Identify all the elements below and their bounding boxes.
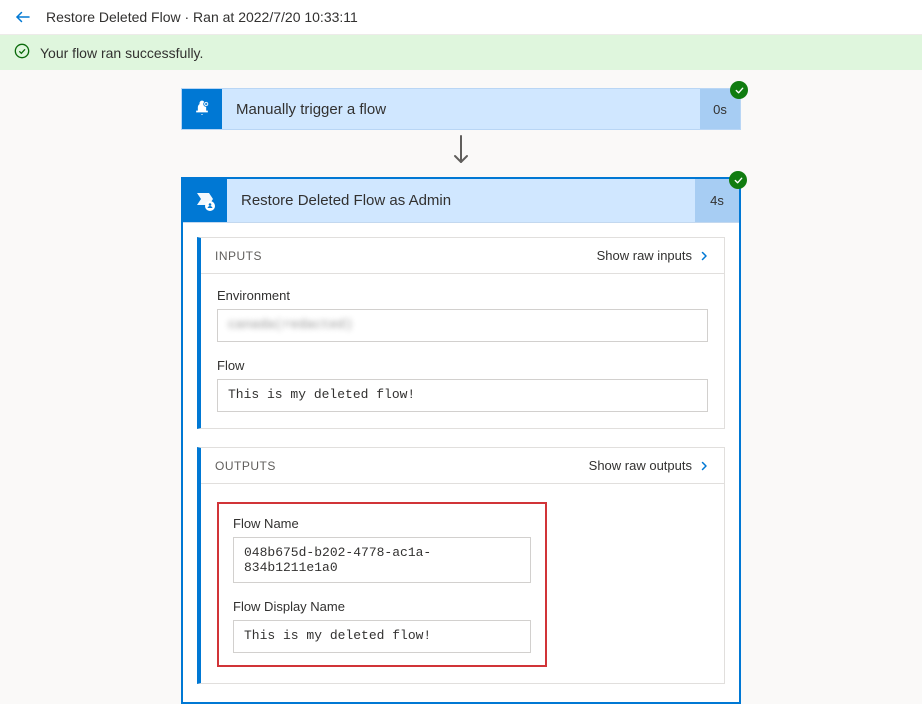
outputs-body: Flow Name 048b675d-b202-4778-ac1a-834b12… — [201, 484, 724, 683]
flow-label: Flow — [217, 358, 708, 373]
success-banner: Your flow ran successfully. — [0, 35, 922, 70]
environment-field: Environment canada(redacted) — [217, 288, 708, 342]
header-bar: Restore Deleted Flow · Ran at 2022/7/20 … — [0, 0, 922, 35]
action-icon — [183, 179, 227, 222]
flow-field: Flow This is my deleted flow! — [217, 358, 708, 412]
chevron-right-icon — [698, 460, 710, 472]
action-body: Inputs Show raw inputs Environment canad… — [183, 223, 739, 684]
inputs-body: Environment canada(redacted) Flow This i… — [201, 274, 724, 428]
action-header: Restore Deleted Flow as Admin 4s — [183, 179, 739, 223]
flow-display-name-label: Flow Display Name — [233, 599, 531, 614]
flow-name-value: 048b675d-b202-4778-ac1a-834b1211e1a0 — [233, 537, 531, 583]
environment-value: canada(redacted) — [217, 309, 708, 342]
success-message: Your flow ran successfully. — [40, 45, 203, 61]
inputs-section: Inputs Show raw inputs Environment canad… — [197, 237, 725, 429]
trigger-title: Manually trigger a flow — [222, 89, 700, 129]
back-arrow-icon[interactable] — [14, 8, 32, 26]
environment-label: Environment — [217, 288, 708, 303]
flow-name-field: Flow Name 048b675d-b202-4778-ac1a-834b12… — [233, 516, 531, 583]
flow-display-name-field: Flow Display Name This is my deleted flo… — [233, 599, 531, 653]
success-badge-icon — [730, 81, 748, 99]
trigger-card[interactable]: Manually trigger a flow 0s — [181, 88, 741, 130]
inputs-header: Inputs Show raw inputs — [201, 238, 724, 274]
flow-display-name-value: This is my deleted flow! — [233, 620, 531, 653]
chevron-right-icon — [698, 250, 710, 262]
trigger-icon — [182, 89, 222, 129]
page-title: Restore Deleted Flow · Ran at 2022/7/20 … — [46, 9, 358, 25]
action-card[interactable]: Restore Deleted Flow as Admin 4s Inputs … — [181, 177, 741, 704]
flow-canvas: Manually trigger a flow 0s Restore Delet… — [0, 70, 922, 704]
flow-value: This is my deleted flow! — [217, 379, 708, 412]
flow-name-label: Flow Name — [233, 516, 531, 531]
inputs-label: Inputs — [215, 249, 262, 263]
action-title: Restore Deleted Flow as Admin — [227, 179, 695, 222]
outputs-section: Outputs Show raw outputs Flow Name 048b6… — [197, 447, 725, 684]
success-check-icon — [14, 43, 30, 62]
outputs-highlight-box: Flow Name 048b675d-b202-4778-ac1a-834b12… — [217, 502, 547, 667]
outputs-header: Outputs Show raw outputs — [201, 448, 724, 484]
connector-arrow-icon — [449, 134, 473, 173]
show-raw-outputs-link[interactable]: Show raw outputs — [589, 458, 710, 473]
show-raw-inputs-link[interactable]: Show raw inputs — [597, 248, 710, 263]
show-raw-inputs-text: Show raw inputs — [597, 248, 692, 263]
success-badge-icon — [729, 171, 747, 189]
show-raw-outputs-text: Show raw outputs — [589, 458, 692, 473]
outputs-label: Outputs — [215, 459, 276, 473]
